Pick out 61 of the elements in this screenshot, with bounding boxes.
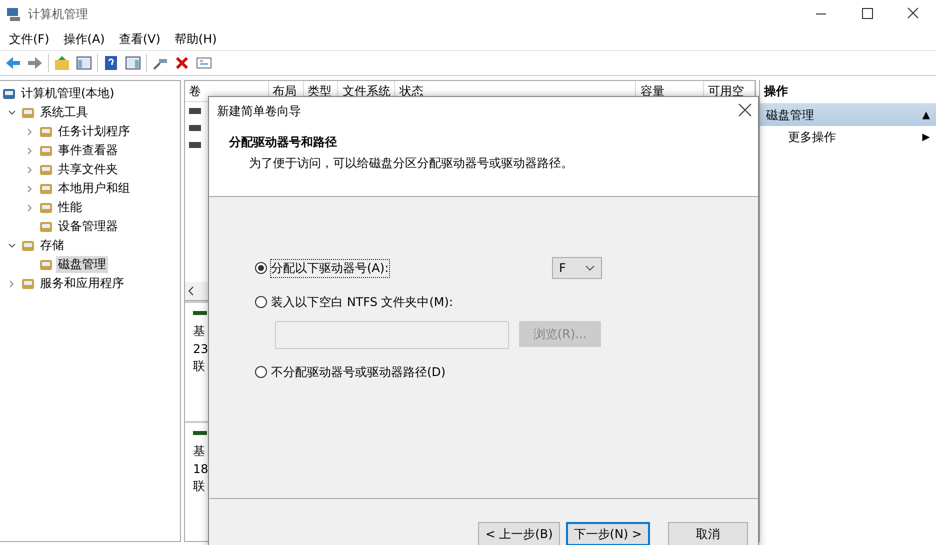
volume-icon: [189, 108, 201, 114]
action-item[interactable]: 磁盘管理: [766, 106, 814, 124]
disk-info: 23: [193, 342, 208, 356]
dialog-button[interactable]: 下一步(N) >: [566, 522, 650, 545]
node-icon: [39, 258, 53, 272]
menu-item[interactable]: 帮助(H): [169, 28, 222, 50]
caret-icon: [585, 265, 595, 271]
menu-item[interactable]: 操作(A): [58, 28, 110, 50]
folder-up-icon[interactable]: [53, 54, 71, 72]
page-description: 为了便于访问，可以给磁盘分区分配驱动器号或驱动器路径。: [249, 155, 574, 172]
disk-info: 基: [193, 323, 205, 340]
node-icon: [21, 106, 35, 120]
disk-info: 基: [193, 443, 205, 460]
tree-item[interactable]: 系统工具: [38, 104, 90, 121]
disk-info: 18: [193, 462, 208, 476]
option-label[interactable]: 不分配驱动器号或驱动器路径(D): [271, 364, 446, 380]
volume-icon: [189, 142, 201, 148]
option-label[interactable]: 分配以下驱动器号(A):: [271, 260, 389, 276]
page-heading: 分配驱动器号和路径: [229, 134, 338, 151]
dialog-button[interactable]: < 上一步(B): [478, 522, 560, 545]
disk-info: 联: [193, 478, 205, 495]
node-icon: [21, 238, 35, 252]
drive-letter-dropdown[interactable]: F: [552, 257, 602, 279]
node-icon: [21, 276, 35, 290]
node-icon: [39, 182, 53, 196]
menu-item[interactable]: 查看(V): [114, 28, 166, 50]
forward-arrow-icon[interactable]: [26, 54, 44, 72]
computer-icon: [6, 6, 22, 22]
tree-item[interactable]: 计算机管理(本地): [19, 85, 116, 102]
radio-button[interactable]: [255, 366, 267, 378]
arrow-glyph[interactable]: ▲: [922, 110, 930, 120]
node-icon: [2, 86, 16, 100]
node-icon: [39, 124, 53, 138]
tree-item[interactable]: 本地用户和组: [56, 180, 132, 197]
tree-item[interactable]: 服务和应用程序: [38, 275, 126, 292]
action-item[interactable]: 更多操作: [788, 128, 836, 146]
node-icon: [39, 200, 53, 214]
window-title: 计算机管理: [28, 6, 88, 22]
menu-item[interactable]: 文件(F): [4, 28, 54, 50]
tree-item[interactable]: 共享文件夹: [56, 161, 120, 178]
arrow-glyph[interactable]: ▶: [922, 132, 930, 142]
disk-info: 联: [193, 358, 205, 375]
tree-item[interactable]: 磁盘管理: [56, 256, 108, 273]
tree-item[interactable]: 设备管理器: [56, 218, 120, 235]
tree-item[interactable]: 存储: [38, 237, 66, 254]
node-icon: [39, 220, 53, 234]
node-icon: [39, 144, 53, 158]
volume-icon: [189, 124, 201, 130]
dialog-button[interactable]: 取消: [668, 522, 748, 545]
tree-item[interactable]: 任务计划程序: [56, 123, 132, 140]
radio-button[interactable]: [255, 262, 267, 274]
delete-icon[interactable]: [173, 54, 191, 72]
pane-toggle-icon[interactable]: [75, 54, 93, 72]
back-arrow-icon[interactable]: [4, 54, 22, 72]
help-icon[interactable]: [102, 54, 120, 72]
node-icon: [39, 162, 53, 176]
pane-toggle-icon[interactable]: [124, 54, 142, 72]
close-icon[interactable]: [738, 103, 752, 117]
tree-item[interactable]: 事件查看器: [56, 142, 120, 159]
dialog-title: 新建简单卷向导: [217, 103, 301, 120]
tree-item[interactable]: 性能: [56, 199, 84, 216]
